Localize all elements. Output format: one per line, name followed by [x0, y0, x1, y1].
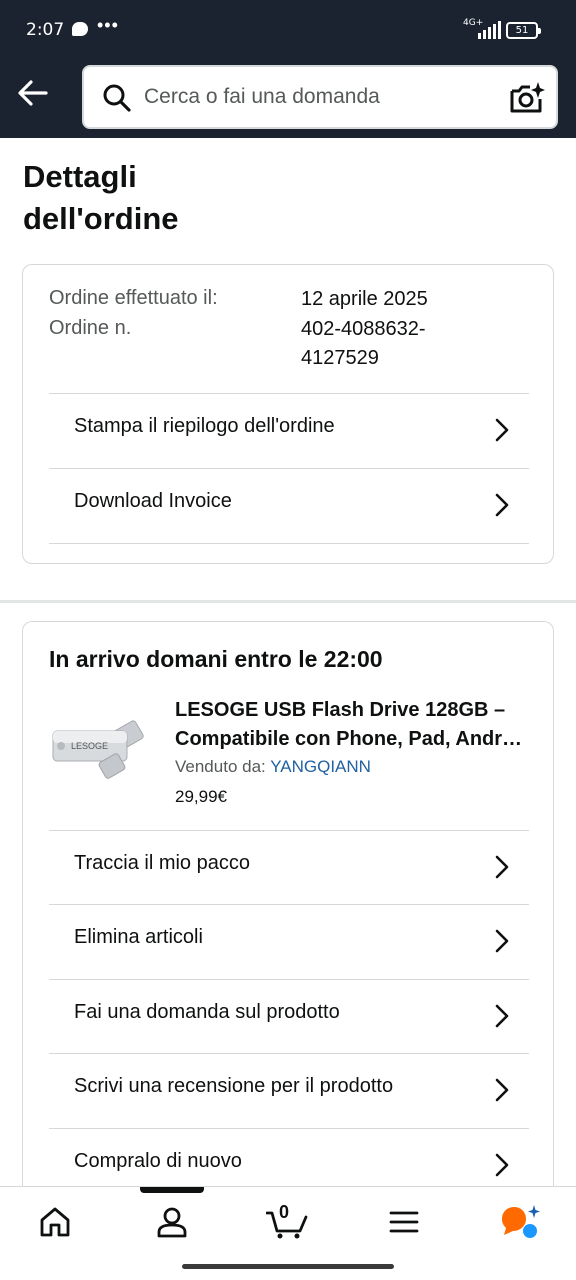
delete-items-label: Elimina articoli — [74, 926, 203, 948]
download-invoice-label: Download Invoice — [74, 490, 232, 512]
chevron-right-icon — [495, 929, 509, 953]
account-icon[interactable] — [155, 1205, 189, 1239]
shipment-card: In arrivo domani entro le 22:00 LESOGE L… — [22, 621, 554, 1241]
track-package-label: Traccia il mio pacco — [74, 852, 250, 874]
camera-search-icon[interactable] — [508, 79, 546, 117]
rufus-icon[interactable] — [500, 1203, 540, 1241]
product-title[interactable]: LESOGE USB Flash Drive 128GB – Compatibi… — [175, 696, 535, 754]
back-arrow-icon[interactable] — [16, 76, 50, 110]
chevron-right-icon — [495, 418, 509, 442]
write-review-label: Scrivi una recensione per il prodotto — [74, 1075, 394, 1097]
order-summary-card: Ordine effettuato il: 12 aprile 2025 Ord… — [22, 264, 554, 564]
battery-icon: 51 — [506, 22, 541, 39]
print-order-summary-label: Stampa il riepilogo dell'ordine — [74, 415, 335, 437]
search-bar[interactable] — [82, 65, 558, 129]
sold-by-label: Venduto da: — [175, 757, 266, 776]
buy-again-label: Compralo di nuovo — [74, 1150, 242, 1172]
chevron-right-icon — [495, 1153, 509, 1177]
chevron-right-icon — [495, 1078, 509, 1102]
row-divider — [49, 543, 529, 544]
delete-items-row[interactable]: Elimina articoli — [49, 904, 529, 979]
order-date-value: 12 aprile 2025 — [301, 288, 428, 310]
cart-count-badge: 0 — [279, 1202, 290, 1222]
page-title: Dettagli dell'ordine — [23, 159, 179, 236]
order-date-label: Ordine effettuato il: — [49, 287, 218, 309]
chevron-right-icon — [495, 855, 509, 879]
home-icon[interactable] — [38, 1205, 72, 1239]
more-notifications-icon: ••• — [97, 15, 119, 35]
status-time: 2:07 — [26, 20, 65, 40]
print-order-summary-row[interactable]: Stampa il riepilogo dell'ordine — [49, 393, 529, 468]
product-price: 29,99€ — [175, 787, 227, 806]
write-review-row[interactable]: Scrivi una recensione per il prodotto — [49, 1053, 529, 1128]
order-number-label: Ordine n. — [49, 317, 132, 339]
status-bar: 2:07 ••• 4G+ 51 — [0, 0, 576, 58]
chevron-right-icon — [495, 493, 509, 517]
delivery-status: In arrivo domani entro le 22:00 — [49, 646, 383, 672]
search-icon — [103, 84, 131, 112]
seller-info: Venduto da: YANGQIANN — [175, 757, 371, 777]
active-tab-indicator — [140, 1187, 204, 1193]
signal-icon — [478, 21, 501, 39]
app-header — [0, 58, 576, 138]
seller-link[interactable]: YANGQIANN — [270, 757, 371, 776]
track-package-row[interactable]: Traccia il mio pacco — [49, 830, 529, 905]
ask-question-label: Fai una domanda sul prodotto — [74, 1001, 340, 1023]
search-input[interactable] — [144, 79, 494, 115]
order-number-value: 402-4088632- 4127529 — [301, 318, 426, 369]
chat-notification-icon — [72, 22, 88, 36]
product-image[interactable]: LESOGE — [49, 697, 151, 799]
menu-icon[interactable] — [387, 1205, 421, 1239]
home-gesture-bar[interactable] — [182, 1264, 394, 1269]
download-invoice-row[interactable]: Download Invoice — [49, 468, 529, 543]
section-divider — [0, 600, 576, 603]
ask-question-row[interactable]: Fai una domanda sul prodotto — [49, 979, 529, 1054]
product-brand-mark: LESOGE — [71, 741, 108, 751]
chevron-right-icon — [495, 1004, 509, 1028]
